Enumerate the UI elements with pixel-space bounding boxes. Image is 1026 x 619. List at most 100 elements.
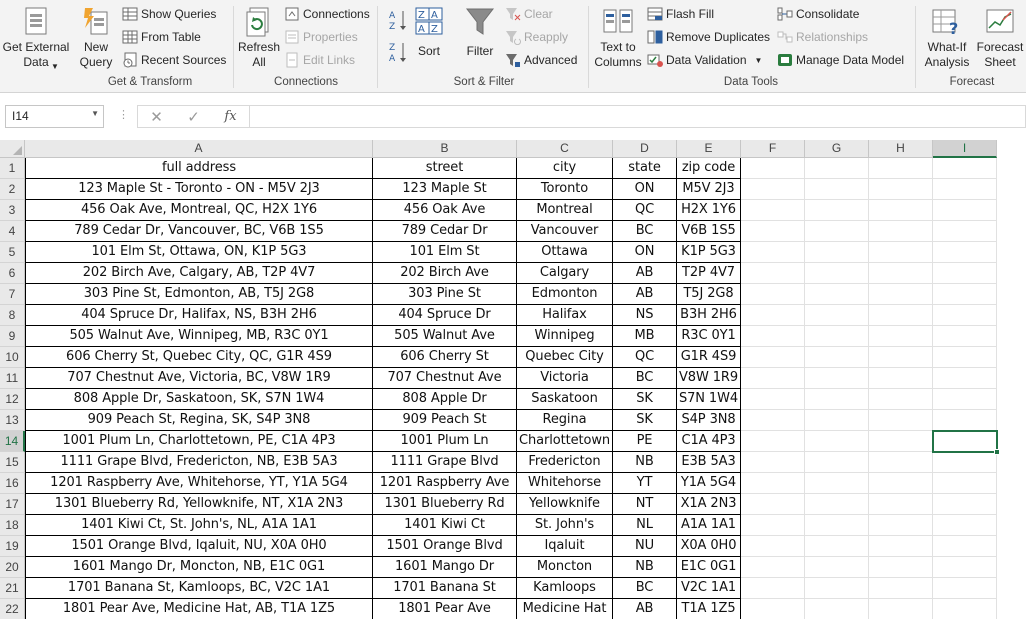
table-cell[interactable]: 1501 Orange Blvd: [373, 536, 517, 557]
table-cell[interactable]: T1A 1Z5: [677, 599, 741, 619]
table-cell[interactable]: SK: [613, 410, 677, 431]
row-header-22[interactable]: 22: [0, 599, 25, 619]
table-cell[interactable]: 808 Apple Dr, Saskatoon, SK, S7N 1W4: [25, 389, 373, 410]
empty-cell[interactable]: [805, 326, 869, 347]
table-cell[interactable]: S4P 3N8: [677, 410, 741, 431]
forecast-sheet-button[interactable]: Forecast Sheet: [976, 6, 1024, 70]
empty-cell[interactable]: [805, 431, 869, 452]
empty-cell[interactable]: [869, 515, 933, 536]
column-header-f[interactable]: F: [741, 140, 805, 158]
table-cell[interactable]: 1401 Kiwi Ct: [373, 515, 517, 536]
table-cell[interactable]: QC: [613, 200, 677, 221]
row-header-6[interactable]: 6: [0, 263, 25, 284]
table-cell[interactable]: C1A 4P3: [677, 431, 741, 452]
empty-cell[interactable]: [805, 557, 869, 578]
enter-check-icon[interactable]: ✓: [175, 108, 212, 126]
table-cell[interactable]: 1111 Grape Blvd: [373, 452, 517, 473]
empty-cell[interactable]: [933, 221, 997, 242]
table-cell[interactable]: 1701 Banana St: [373, 578, 517, 599]
empty-cell[interactable]: [741, 473, 805, 494]
sort-a-z-button[interactable]: AZ: [388, 8, 408, 35]
table-cell[interactable]: NB: [613, 452, 677, 473]
table-cell[interactable]: 808 Apple Dr: [373, 389, 517, 410]
empty-cell[interactable]: [933, 515, 997, 536]
table-cell[interactable]: Yellowknife: [517, 494, 613, 515]
table-cell[interactable]: 404 Spruce Dr, Halifax, NS, B3H 2H6: [25, 305, 373, 326]
empty-cell[interactable]: [805, 347, 869, 368]
row-header-20[interactable]: 20: [0, 557, 25, 578]
table-cell[interactable]: 1301 Blueberry Rd: [373, 494, 517, 515]
header-cell[interactable]: street: [373, 158, 517, 179]
table-cell[interactable]: 606 Cherry St: [373, 347, 517, 368]
table-cell[interactable]: 1301 Blueberry Rd, Yellowknife, NT, X1A …: [25, 494, 373, 515]
recent-sources-button[interactable]: Recent Sources: [122, 51, 226, 69]
table-cell[interactable]: Quebec City: [517, 347, 613, 368]
empty-cell[interactable]: [933, 368, 997, 389]
empty-cell[interactable]: [869, 389, 933, 410]
table-cell[interactable]: 202 Birch Ave, Calgary, AB, T2P 4V7: [25, 263, 373, 284]
empty-cell[interactable]: [805, 536, 869, 557]
empty-cell[interactable]: [869, 578, 933, 599]
table-cell[interactable]: BC: [613, 368, 677, 389]
table-cell[interactable]: Ottawa: [517, 242, 613, 263]
empty-cell[interactable]: [869, 179, 933, 200]
show-queries-button[interactable]: Show Queries: [122, 5, 216, 23]
empty-cell[interactable]: [933, 347, 997, 368]
column-header-a[interactable]: A: [25, 140, 373, 158]
empty-cell[interactable]: [933, 263, 997, 284]
empty-cell[interactable]: [869, 284, 933, 305]
empty-cell[interactable]: [869, 599, 933, 619]
row-header-7[interactable]: 7: [0, 284, 25, 305]
table-cell[interactable]: 456 Oak Ave, Montreal, QC, H2X 1Y6: [25, 200, 373, 221]
empty-cell[interactable]: [933, 326, 997, 347]
properties-button[interactable]: Properties: [284, 28, 358, 46]
empty-cell[interactable]: [741, 305, 805, 326]
table-cell[interactable]: 789 Cedar Dr: [373, 221, 517, 242]
header-cell[interactable]: state: [613, 158, 677, 179]
table-cell[interactable]: R3C 0Y1: [677, 326, 741, 347]
table-cell[interactable]: ON: [613, 179, 677, 200]
table-cell[interactable]: 707 Chestnut Ave, Victoria, BC, V8W 1R9: [25, 368, 373, 389]
row-header-12[interactable]: 12: [0, 389, 25, 410]
table-cell[interactable]: 1501 Orange Blvd, Iqaluit, NU, X0A 0H0: [25, 536, 373, 557]
empty-cell[interactable]: [741, 410, 805, 431]
empty-cell[interactable]: [741, 578, 805, 599]
formula-bar-grip-icon[interactable]: ⋮: [118, 108, 129, 121]
table-cell[interactable]: 1401 Kiwi Ct, St. John's, NL, A1A 1A1: [25, 515, 373, 536]
table-cell[interactable]: 505 Walnut Ave: [373, 326, 517, 347]
empty-cell[interactable]: [741, 200, 805, 221]
table-cell[interactable]: X0A 0H0: [677, 536, 741, 557]
table-cell[interactable]: NU: [613, 536, 677, 557]
table-cell[interactable]: NS: [613, 305, 677, 326]
what-if-analysis-button[interactable]: ? What-If Analysis: [918, 6, 976, 70]
table-cell[interactable]: Vancouver: [517, 221, 613, 242]
empty-cell[interactable]: [741, 326, 805, 347]
table-cell[interactable]: 505 Walnut Ave, Winnipeg, MB, R3C 0Y1: [25, 326, 373, 347]
row-header-13[interactable]: 13: [0, 410, 25, 431]
table-cell[interactable]: 303 Pine St, Edmonton, AB, T5J 2G8: [25, 284, 373, 305]
table-cell[interactable]: 1001 Plum Ln: [373, 431, 517, 452]
empty-cell[interactable]: [805, 242, 869, 263]
empty-cell[interactable]: [869, 242, 933, 263]
empty-cell[interactable]: [805, 515, 869, 536]
table-cell[interactable]: SK: [613, 389, 677, 410]
table-cell[interactable]: 1801 Pear Ave, Medicine Hat, AB, T1A 1Z5: [25, 599, 373, 619]
empty-cell[interactable]: [741, 242, 805, 263]
empty-cell[interactable]: [933, 410, 997, 431]
table-cell[interactable]: St. John's: [517, 515, 613, 536]
empty-cell[interactable]: [933, 599, 997, 619]
empty-cell[interactable]: [741, 368, 805, 389]
table-cell[interactable]: K1P 5G3: [677, 242, 741, 263]
empty-cell[interactable]: [805, 494, 869, 515]
empty-cell[interactable]: [869, 347, 933, 368]
header-cell[interactable]: city: [517, 158, 613, 179]
table-cell[interactable]: Y1A 5G4: [677, 473, 741, 494]
table-cell[interactable]: 1001 Plum Ln, Charlottetown, PE, C1A 4P3: [25, 431, 373, 452]
empty-cell[interactable]: [741, 536, 805, 557]
empty-cell[interactable]: [869, 494, 933, 515]
empty-cell[interactable]: [805, 389, 869, 410]
column-header-g[interactable]: G: [805, 140, 869, 158]
table-cell[interactable]: QC: [613, 347, 677, 368]
empty-cell[interactable]: [805, 200, 869, 221]
table-cell[interactable]: AB: [613, 263, 677, 284]
